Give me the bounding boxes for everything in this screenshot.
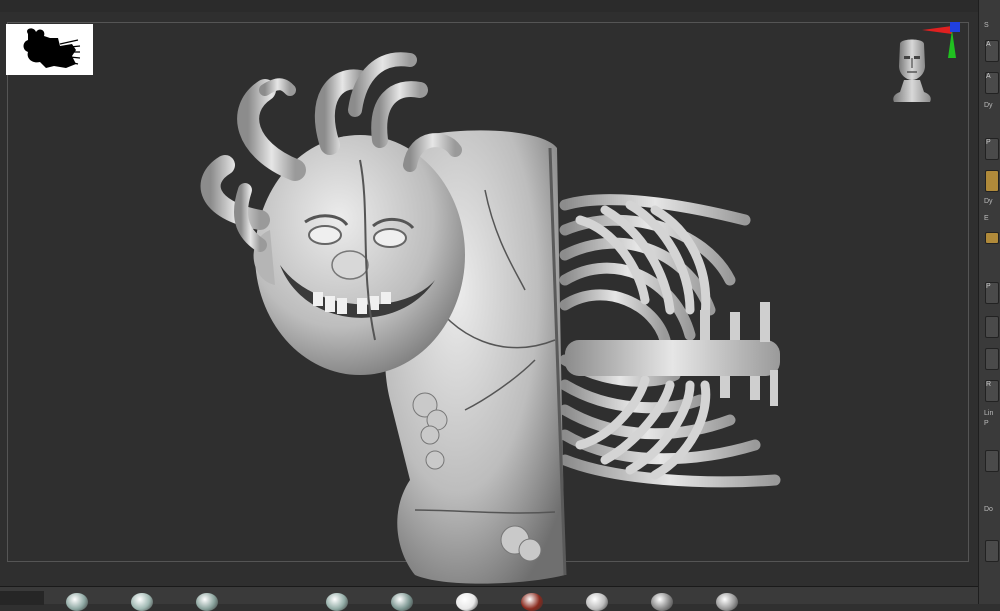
brush-tray xyxy=(0,586,978,611)
brush-8[interactable] xyxy=(586,593,608,611)
brush-2[interactable] xyxy=(131,593,153,611)
brush-3[interactable] xyxy=(196,593,218,611)
panel-button-label: P xyxy=(986,283,991,290)
panel-button[interactable]: R xyxy=(985,380,999,402)
brush-7[interactable] xyxy=(521,593,543,611)
panel-button-label: P xyxy=(986,139,991,146)
canvas-viewport[interactable] xyxy=(0,0,978,586)
panel-button-label: A xyxy=(986,41,991,48)
panel-button[interactable]: P xyxy=(985,138,999,160)
sculpt-model[interactable] xyxy=(185,40,795,590)
panel-label: Lin xyxy=(984,410,994,417)
brush-5[interactable] xyxy=(391,593,413,611)
model-silhouette-thumbnail-icon xyxy=(23,28,81,68)
panel-button-label: A xyxy=(986,73,991,80)
navigation-head[interactable] xyxy=(890,38,934,106)
panel-button[interactable]: A xyxy=(985,40,999,62)
head-navigation-gizmo-icon xyxy=(893,39,931,102)
brush-10[interactable] xyxy=(716,593,738,611)
top-strip xyxy=(0,0,978,12)
brush-4[interactable] xyxy=(326,593,348,611)
panel-toggle[interactable] xyxy=(985,232,999,244)
panel-label: Dy xyxy=(984,198,993,205)
panel-button[interactable]: A xyxy=(985,72,999,94)
panel-button[interactable] xyxy=(985,540,999,562)
tray-slot[interactable] xyxy=(0,591,44,605)
brush-9[interactable] xyxy=(651,593,673,611)
panel-button[interactable]: P xyxy=(985,282,999,304)
panel-button-label: R xyxy=(986,381,992,388)
right-tool-panel: S A A Dy P Dy E P R Lin P Do xyxy=(978,0,1000,604)
panel-button-active[interactable] xyxy=(985,170,999,192)
sculpted-creature-with-ribcage-icon xyxy=(200,52,781,584)
panel-button[interactable] xyxy=(985,348,999,370)
panel-label: P xyxy=(984,420,989,427)
panel-label: E xyxy=(984,215,989,222)
panel-button[interactable] xyxy=(985,316,999,338)
panel-button[interactable] xyxy=(985,450,999,472)
panel-label: S xyxy=(984,22,989,29)
panel-label: Do xyxy=(984,506,993,513)
panel-label: Dy xyxy=(984,102,993,109)
brush-1[interactable] xyxy=(66,593,88,611)
model-thumbnail[interactable] xyxy=(6,24,93,75)
brush-6[interactable] xyxy=(456,593,478,611)
